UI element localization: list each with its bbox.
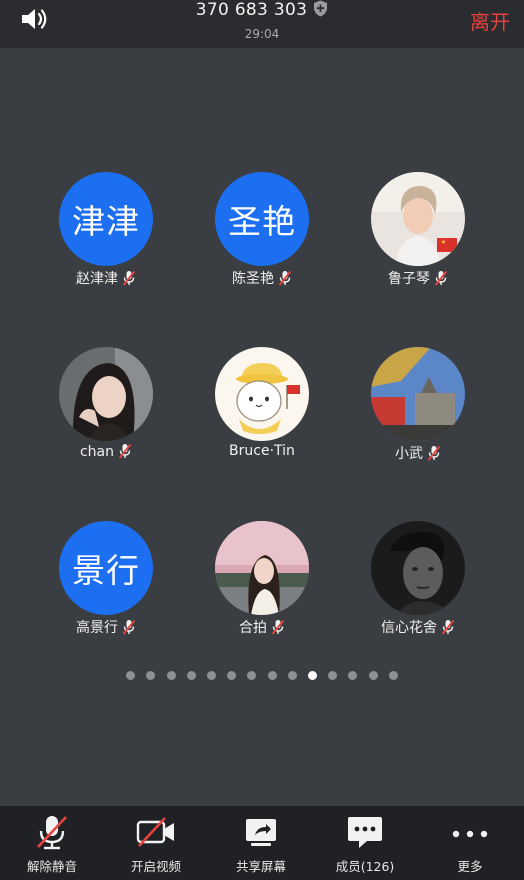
chat-bubble-icon [348,817,382,848]
more-dots-icon [452,830,488,838]
participant-name-row: 赵津津 [36,268,176,288]
mic-muted-icon [441,619,455,635]
more-button[interactable]: 更多 [418,806,522,880]
participant-tile[interactable]: chan [36,347,176,477]
page-dot[interactable] [126,671,136,680]
participant-name-row: 合拍 [192,617,332,637]
participant-tile[interactable]: 信心花舍 [348,521,488,651]
participant-name: 赵津津 [76,271,118,287]
meeting-timer: 29:04 [244,27,280,41]
top-bar: 370 683 303 29:04 离开 [0,0,524,48]
participant-name: 小武 [395,446,423,462]
avatar-photo [215,521,309,615]
participant-tile[interactable]: 津津 赵津津 [36,172,176,302]
page-dot[interactable] [388,671,398,680]
participant-name-row: 鲁子琴 [348,268,488,288]
mic-muted-icon [118,443,132,459]
page-dot[interactable] [207,671,217,680]
mic-muted-icon [427,445,441,461]
participant-name-row: 信心花舍 [348,617,488,637]
page-dot[interactable] [267,671,277,680]
shield-icon [314,0,328,17]
more-label: 更多 [457,859,483,874]
page-dot[interactable] [166,671,176,680]
share-screen-icon [246,819,276,846]
page-dot[interactable] [146,671,156,680]
mic-muted-icon [271,619,285,635]
avatar-photo [371,521,465,615]
start-video-label: 开启视频 [130,859,181,874]
page-dot[interactable] [186,671,196,680]
participant-name-row: 小武 [348,443,488,463]
members-button[interactable]: 成员(126) [313,806,417,880]
participant-name: 高景行 [76,620,118,636]
mic-muted-icon [37,816,67,850]
participant-name-row: chan [36,443,176,460]
participant-name: 陈圣艳 [232,271,274,287]
share-screen-button[interactable]: 共享屏幕 [209,806,313,880]
avatar-photo [371,347,465,441]
page-indicator [0,665,524,680]
members-label: 成员(126) [335,859,395,874]
avatar: 津津 [59,172,153,266]
page-dot-active[interactable] [307,671,317,680]
participant-tile[interactable]: 圣艳 陈圣艳 [192,172,332,302]
participant-name-row: Bruce·Tin [192,443,332,459]
avatar-cartoon [215,347,309,441]
camera-off-icon [136,817,174,847]
leave-button[interactable]: 离开 [470,6,510,35]
participant-tile[interactable]: 景行 高景行 [36,521,176,651]
meeting-id: 370 683 303 [0,0,524,20]
participant-name: Bruce·Tin [229,443,295,459]
page-dot[interactable] [247,671,257,680]
mic-muted-icon [122,619,136,635]
page-dot[interactable] [227,671,237,680]
participant-name: 信心花舍 [381,620,437,636]
avatar-photo [371,172,465,266]
participant-tile[interactable]: 小武 [348,347,488,477]
avatar-photo [59,347,153,441]
unmute-label: 解除静音 [26,859,77,874]
participant-tile[interactable]: Bruce·Tin [192,347,332,477]
participant-name-row: 陈圣艳 [192,268,332,288]
unmute-button[interactable]: 解除静音 [0,806,104,880]
page-dot[interactable] [287,671,297,680]
start-video-button[interactable]: 开启视频 [104,806,208,880]
participant-tile[interactable]: 合拍 [192,521,332,651]
mic-muted-icon [434,270,448,286]
participant-name-row: 高景行 [36,617,176,637]
avatar: 景行 [59,521,153,615]
page-dot[interactable] [348,671,358,680]
avatar: 圣艳 [215,172,309,266]
mic-muted-icon [278,270,292,286]
participant-name: 鲁子琴 [388,271,430,287]
bottom-toolbar: 解除静音 开启视频 共享屏幕 成员(126) 更多 [0,806,524,880]
mic-muted-icon [122,270,136,286]
meeting-id-text: 370 683 303 [195,0,308,20]
participant-tile[interactable]: 鲁子琴 [348,172,488,302]
page-dot[interactable] [328,671,338,680]
page-dot[interactable] [368,671,378,680]
participant-name: chan [79,444,115,460]
share-screen-label: 共享屏幕 [235,859,286,874]
participant-name: 合拍 [239,620,267,636]
